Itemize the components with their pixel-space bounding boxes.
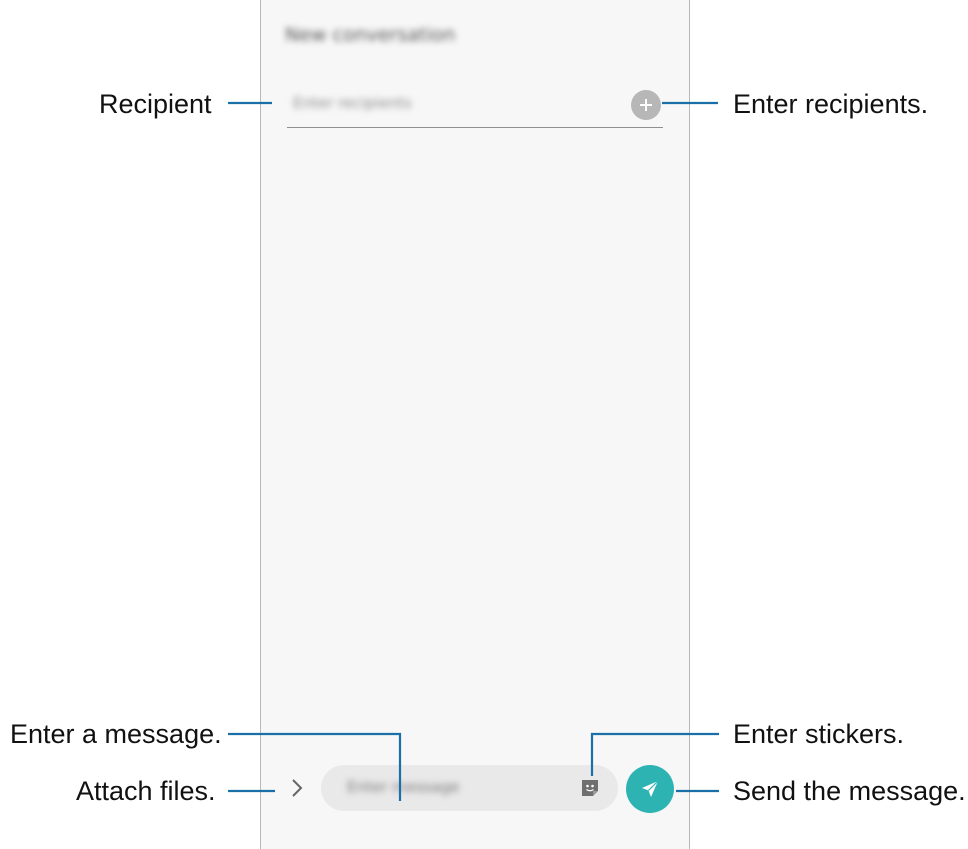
message-placeholder: Enter message [347,778,460,796]
attach-button[interactable] [285,770,309,806]
page-title: New conversation [285,24,456,46]
sticker-button[interactable] [579,777,601,799]
send-icon [642,780,659,797]
add-recipient-button[interactable] [631,90,661,120]
sticker-icon [582,780,598,796]
attach-files-label: Attach files. [76,776,216,806]
recipient-field[interactable]: Enter recipients [287,84,663,128]
send-message-label: Send the message. [733,776,966,806]
enter-stickers-label: Enter stickers. [733,719,905,749]
message-input[interactable]: Enter message [321,765,618,811]
recipient-label: Recipient [99,89,212,119]
enter-recipients-label: Enter recipients. [733,89,929,119]
send-button[interactable] [626,765,674,813]
enter-message-label: Enter a message. [10,719,222,749]
messages-annotated-screen: New conversation Enter recipients Enter … [0,0,968,849]
phone-screen: New conversation Enter recipients Enter … [260,0,690,849]
chevron-right-icon [292,779,303,797]
plus-icon [640,99,652,111]
recipient-input[interactable]: Enter recipients [293,94,412,112]
